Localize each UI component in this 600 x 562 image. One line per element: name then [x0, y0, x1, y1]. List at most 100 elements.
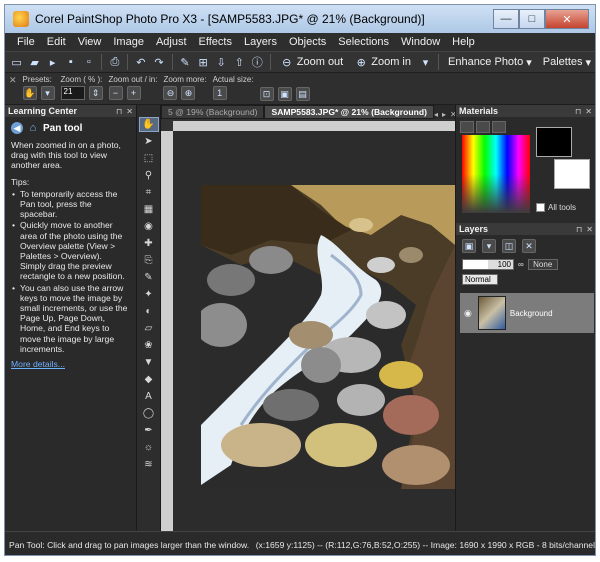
- eraser-tool-icon[interactable]: ▱: [139, 321, 159, 336]
- layer-mask-icon[interactable]: ◫: [502, 239, 516, 253]
- dropper-tool-icon[interactable]: ⚲: [139, 168, 159, 183]
- fit-image-icon[interactable]: ▤: [295, 87, 310, 101]
- open-folder-icon[interactable]: ▰: [27, 54, 42, 70]
- undo-icon[interactable]: ↶: [133, 54, 148, 70]
- tab-other-image[interactable]: 5 @ 19% (Background): [161, 105, 265, 119]
- zoom-out-button[interactable]: ⊖ Zoom out: [276, 53, 347, 71]
- makeover-tool-icon[interactable]: ✚: [139, 236, 159, 251]
- back-arrow-icon[interactable]: ◀: [11, 122, 23, 134]
- warp-brush-tool-icon[interactable]: ☼: [139, 440, 159, 455]
- close-options-icon[interactable]: ✕: [9, 75, 17, 86]
- menu-edit[interactable]: Edit: [41, 36, 72, 48]
- airbrush-tool-icon[interactable]: ✦: [139, 287, 159, 302]
- pan-tool-icon[interactable]: ✋: [138, 117, 159, 132]
- print-icon[interactable]: ⎙: [107, 54, 122, 70]
- export-icon[interactable]: ⇧: [232, 54, 247, 70]
- opacity-field[interactable]: 100: [462, 259, 514, 270]
- link-icon[interactable]: ∞: [518, 260, 524, 269]
- view-dropdown-icon[interactable]: ▾: [418, 54, 433, 70]
- tab-samp5583[interactable]: SAMP5583.JPG* @ 21% (Background): [264, 105, 434, 119]
- visibility-eye-icon[interactable]: ◉: [464, 308, 472, 319]
- menu-view[interactable]: View: [72, 36, 108, 48]
- zoom-in-small-icon[interactable]: +: [126, 86, 141, 100]
- pen-tool-icon[interactable]: ✒: [139, 423, 159, 438]
- info-icon[interactable]: ⓘ: [250, 54, 265, 70]
- crop-tool-icon[interactable]: ⌗: [139, 185, 159, 200]
- frame-tab-icon[interactable]: [460, 121, 474, 133]
- panel-close-icon[interactable]: ✕: [585, 107, 592, 116]
- actual-size-icon[interactable]: 1: [212, 86, 227, 100]
- pin-icon[interactable]: ⊓: [576, 225, 582, 234]
- mask-field[interactable]: None: [527, 259, 558, 270]
- zoom-more-out-icon[interactable]: ⊖: [163, 86, 178, 100]
- preset-shape-tool-icon[interactable]: ◯: [139, 406, 159, 421]
- zoom-stepper-icon[interactable]: ⇕: [88, 86, 103, 100]
- menu-window[interactable]: Window: [395, 36, 446, 48]
- tab-scroll-left-icon[interactable]: ◂: [434, 110, 438, 119]
- minimize-button[interactable]: —: [493, 9, 519, 29]
- blend-mode-select[interactable]: Normal: [462, 274, 498, 285]
- home-icon[interactable]: ⌂: [27, 122, 39, 134]
- text-tool-icon[interactable]: A: [139, 389, 159, 404]
- menu-objects[interactable]: Objects: [283, 36, 332, 48]
- redo-icon[interactable]: ↷: [151, 54, 166, 70]
- layer-row[interactable]: ◉ Background: [460, 293, 594, 333]
- delete-layer-icon[interactable]: ✕: [522, 239, 536, 253]
- foreground-color-swatch[interactable]: [536, 127, 572, 157]
- pin-icon[interactable]: ⊓: [575, 107, 581, 116]
- menu-help[interactable]: Help: [446, 36, 481, 48]
- zoom-out-small-icon[interactable]: −: [108, 86, 123, 100]
- photo-canvas[interactable]: [201, 185, 455, 489]
- red-eye-tool-icon[interactable]: ◉: [139, 219, 159, 234]
- picture-tube-tool-icon[interactable]: ❀: [139, 338, 159, 353]
- fit-screen-icon[interactable]: ▣: [277, 87, 292, 101]
- tab-scroll-right-icon[interactable]: ▸: [442, 110, 446, 119]
- pan-hand-icon[interactable]: ✋: [22, 86, 37, 100]
- lighten-darken-tool-icon[interactable]: ◐: [139, 304, 159, 319]
- zoom-in-button[interactable]: ⊕ Zoom in: [350, 53, 415, 71]
- canvas-workspace[interactable]: [173, 131, 455, 531]
- enhance-photo-button[interactable]: Enhance Photo ▾: [444, 53, 536, 71]
- edit-icon[interactable]: ✎: [177, 54, 192, 70]
- swatches-tab-icon[interactable]: [492, 121, 506, 133]
- background-color-swatch[interactable]: [554, 159, 590, 189]
- fit-window-icon[interactable]: ⊡: [259, 87, 274, 101]
- pin-icon[interactable]: ⊓: [116, 107, 122, 116]
- browse-icon[interactable]: ▸: [45, 54, 60, 70]
- save-icon[interactable]: ▪: [63, 54, 78, 70]
- flood-fill-tool-icon[interactable]: ▼: [139, 355, 159, 370]
- pick-tool-icon[interactable]: ➤: [139, 134, 159, 149]
- mesh-warp-tool-icon[interactable]: ≋: [139, 457, 159, 472]
- more-details-link[interactable]: More details...: [11, 359, 65, 369]
- panel-close-icon[interactable]: ✕: [586, 225, 593, 234]
- close-button[interactable]: ✕: [545, 9, 589, 29]
- layer-dropdown-icon[interactable]: ▾: [482, 239, 496, 253]
- menu-image[interactable]: Image: [107, 36, 150, 48]
- clone-tool-icon[interactable]: ⎘: [139, 253, 159, 268]
- presets-dropdown-icon[interactable]: ▾: [40, 86, 55, 100]
- rainbow-tab-icon[interactable]: [476, 121, 490, 133]
- zoom-more-in-icon[interactable]: ⊕: [181, 86, 196, 100]
- maximize-button[interactable]: □: [519, 9, 545, 29]
- new-file-icon[interactable]: ▭: [9, 54, 24, 70]
- selection-tool-icon[interactable]: ⬚: [139, 151, 159, 166]
- color-spectrum[interactable]: [462, 135, 530, 213]
- menu-file[interactable]: File: [11, 36, 41, 48]
- crop-icon[interactable]: ⊞: [196, 54, 211, 70]
- menu-selections[interactable]: Selections: [332, 36, 395, 48]
- panel-close-icon[interactable]: ✕: [126, 107, 133, 116]
- all-tools-checkbox[interactable]: [536, 203, 545, 212]
- zoom-percent-field[interactable]: 21: [60, 86, 85, 100]
- straighten-tool-icon[interactable]: ▦: [139, 202, 159, 217]
- materials-panel: Materials ⊓ ✕ All tools: [456, 105, 595, 223]
- save-as-icon[interactable]: ▫: [81, 54, 96, 70]
- palettes-button[interactable]: Palettes ▾: [539, 53, 595, 71]
- menu-effects[interactable]: Effects: [193, 36, 238, 48]
- import-icon[interactable]: ⇩: [214, 54, 229, 70]
- menu-layers[interactable]: Layers: [238, 36, 283, 48]
- color-replacer-tool-icon[interactable]: ◆: [139, 372, 159, 387]
- enhance-photo-label: Enhance Photo: [448, 56, 524, 68]
- new-layer-icon[interactable]: ▣: [462, 239, 476, 253]
- paint-brush-tool-icon[interactable]: ✎: [139, 270, 159, 285]
- menu-adjust[interactable]: Adjust: [150, 36, 193, 48]
